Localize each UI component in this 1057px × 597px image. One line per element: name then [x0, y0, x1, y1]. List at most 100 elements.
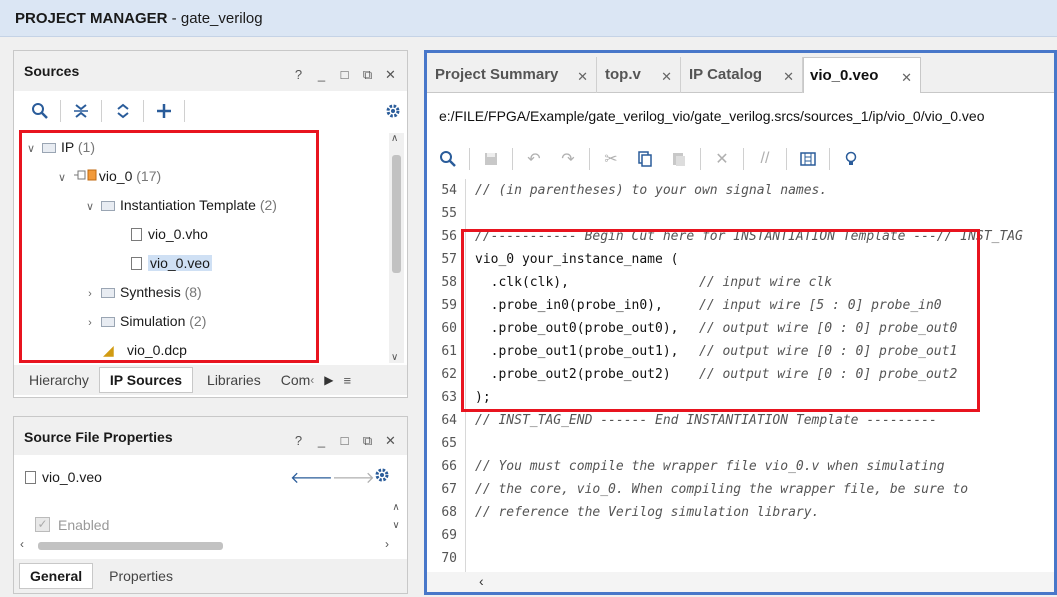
search-icon[interactable] — [433, 146, 463, 172]
tab-label: top.v — [605, 66, 641, 83]
close-icon[interactable]: ✕ — [382, 433, 399, 449]
expand-all-icon[interactable] — [108, 98, 136, 124]
close-tab-icon[interactable]: ✕ — [783, 69, 794, 85]
tab-scroll-right-icon[interactable]: ▶ — [324, 373, 333, 387]
tab-ip-sources[interactable]: IP Sources — [98, 367, 194, 393]
close-tab-icon[interactable]: ✕ — [661, 69, 672, 85]
tab-project-summary[interactable]: Project Summary ✕ — [427, 57, 597, 93]
forward-arrow-icon[interactable]: 🡒 — [332, 467, 375, 488]
help-icon[interactable]: ? — [290, 433, 307, 449]
tab-ip-catalog[interactable]: IP Catalog ✕ — [681, 57, 803, 93]
scroll-thumb[interactable] — [38, 542, 223, 550]
editor-hscroll[interactable]: ‹ — [427, 572, 1054, 592]
line-number: 69 — [441, 528, 457, 543]
code-line[interactable]: 69 — [427, 524, 1054, 547]
paste-icon[interactable] — [664, 146, 694, 172]
float-icon[interactable]: ⧉ — [359, 433, 376, 449]
enabled-label: Enabled — [58, 517, 110, 533]
code-line[interactable]: 64 // INST_TAG_END ------ End INSTANTIATI… — [427, 409, 1054, 432]
maximize-icon[interactable]: □ — [336, 433, 353, 449]
tab-properties[interactable]: Properties — [99, 564, 183, 588]
toolbar-divider — [589, 148, 590, 170]
sources-tabs: Hierarchy IP Sources Libraries Com ‹ ▶ ≡ — [14, 365, 407, 395]
toolbar-divider — [469, 148, 470, 170]
code-text: // the core, vio_0. When compiling the w… — [475, 482, 969, 497]
code-text: // INST_TAG_END ------ End INSTANTIATION… — [475, 413, 937, 428]
properties-tabs: General Properties — [14, 559, 407, 593]
properties-vscroll[interactable]: ∧ ∨ — [389, 499, 403, 539]
toolbar-divider — [101, 100, 103, 122]
code-line[interactable]: 68 // reference the Verilog simulation li… — [427, 501, 1054, 524]
code-text: // You must compile the wrapper file vio… — [475, 459, 945, 474]
line-number: 59 — [441, 298, 457, 313]
tab-vio0-veo[interactable]: vio_0.veo ✕ — [803, 57, 921, 93]
minimize-icon[interactable]: _ — [313, 67, 330, 83]
source-file-properties-panel: Source File Properties ? _ □ ⧉ ✕ vio_0.v… — [13, 416, 408, 594]
code-line[interactable]: 65 — [427, 432, 1054, 455]
minimize-icon[interactable]: _ — [313, 433, 330, 449]
toolbar-divider — [743, 148, 744, 170]
delete-icon[interactable]: ✕ — [707, 146, 737, 172]
code-line[interactable]: 67 // the core, vio_0. When compiling the… — [427, 478, 1054, 501]
properties-file-name: vio_0.veo — [42, 469, 102, 485]
properties-file-row: vio_0.veo 🡐 🡒 — [14, 459, 407, 493]
editor-tabbar: Project Summary ✕ top.v ✕ IP Catalog ✕ vio_… — [427, 53, 1054, 93]
add-icon[interactable] — [150, 98, 178, 124]
save-icon[interactable] — [476, 146, 506, 172]
sources-window-controls: ? _ □ ⧉ ✕ — [290, 67, 399, 83]
tab-label: Project Summary — [435, 66, 559, 83]
comment-icon[interactable]: // — [750, 146, 780, 172]
title-bar: PROJECT MANAGER - gate_verilog — [0, 0, 1057, 37]
line-number: 56 — [441, 229, 457, 244]
collapse-all-icon[interactable] — [67, 98, 95, 124]
toolbar-divider — [60, 100, 62, 122]
gear-icon[interactable] — [374, 467, 390, 486]
properties-body: ✓ Enabled ∧ ∨ ‹ › — [14, 497, 407, 555]
tab-label: IP Catalog — [689, 66, 763, 83]
line-number: 57 — [441, 252, 457, 267]
sources-scrollbar[interactable]: ∧ ∨ — [389, 133, 404, 363]
lightbulb-icon[interactable] — [836, 146, 866, 172]
properties-hscroll[interactable]: ‹ › — [20, 537, 389, 553]
undo-icon[interactable]: ↶ — [519, 146, 549, 172]
scroll-thumb[interactable] — [392, 155, 401, 273]
code-line[interactable]: 54 // (in parentheses) to your own signal… — [427, 179, 1054, 202]
tab-menu-icon[interactable]: ≡ — [344, 373, 352, 388]
tab-libraries[interactable]: Libraries — [197, 368, 271, 392]
editor-toolbar: ↶ ↷ ✂ ✕ // — [433, 143, 866, 175]
search-icon[interactable] — [26, 98, 54, 124]
maximize-icon[interactable]: □ — [336, 67, 353, 83]
gear-icon[interactable] — [379, 98, 407, 124]
tab-general[interactable]: General — [19, 563, 94, 589]
back-arrow-icon[interactable]: 🡐 — [290, 467, 333, 488]
code-line[interactable]: 70 — [427, 547, 1054, 570]
close-tab-icon[interactable]: ✕ — [901, 70, 912, 86]
line-number: 62 — [441, 367, 457, 382]
copy-icon[interactable] — [630, 146, 660, 172]
tab-scroll-left-icon[interactable]: ‹ — [310, 373, 314, 387]
sources-header: Sources ? _ □ ⧉ ✕ — [14, 51, 407, 91]
cut-icon[interactable]: ✂ — [596, 146, 626, 172]
line-number: 65 — [441, 436, 457, 451]
line-number: 61 — [441, 344, 457, 359]
close-tab-icon[interactable]: ✕ — [577, 69, 588, 85]
highlight-box-code — [461, 229, 980, 412]
code-line[interactable]: 66 // You must compile the wrapper file v… — [427, 455, 1054, 478]
scroll-up-icon[interactable]: ∧ — [391, 133, 398, 144]
toolbar-divider — [142, 100, 144, 122]
tab-top-v[interactable]: top.v ✕ — [597, 57, 681, 93]
tab-hierarchy[interactable]: Hierarchy — [19, 368, 99, 392]
help-icon[interactable]: ? — [290, 67, 307, 83]
redo-icon[interactable]: ↷ — [553, 146, 583, 172]
scroll-left-icon[interactable]: ‹ — [20, 537, 24, 551]
properties-header: Source File Properties ? _ □ ⧉ ✕ — [14, 417, 407, 455]
enabled-checkbox[interactable]: ✓ — [35, 517, 50, 532]
scroll-left-icon[interactable]: ‹ — [479, 573, 484, 589]
scroll-right-icon[interactable]: › — [385, 537, 389, 551]
scroll-down-icon[interactable]: ∨ — [391, 352, 398, 363]
template-icon[interactable] — [793, 146, 823, 172]
float-icon[interactable]: ⧉ — [359, 67, 376, 83]
code-line[interactable]: 55 — [427, 202, 1054, 225]
toolbar-divider — [829, 148, 830, 170]
close-icon[interactable]: ✕ — [382, 67, 399, 83]
